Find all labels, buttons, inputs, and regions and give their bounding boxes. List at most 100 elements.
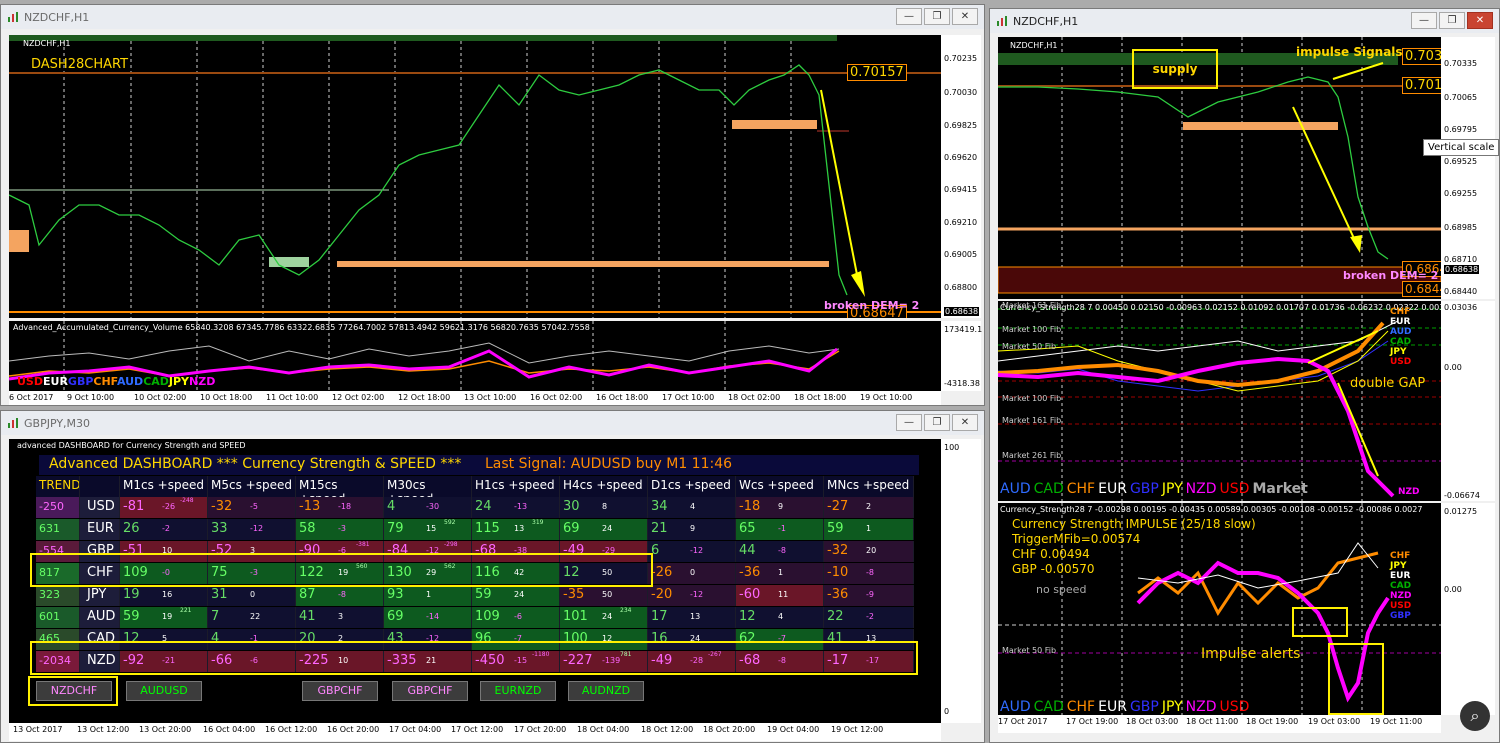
value-cell: -36 -9 bbox=[824, 585, 914, 606]
price-box-1: 0.7039 bbox=[1402, 48, 1441, 65]
price-box-4: 0.6844 bbox=[1402, 281, 1441, 297]
indicator-header: Advanced_Accumulated_Currency_Volume 658… bbox=[13, 323, 590, 332]
value-cell: -35 50 bbox=[560, 585, 648, 606]
legend-jpy: JPY bbox=[1161, 481, 1183, 497]
value-cell: -36 1 bbox=[736, 563, 824, 584]
value-cell: 87 -8 bbox=[296, 585, 384, 606]
last-signal: Last Signal: AUDUSD buy M1 11:46 bbox=[485, 456, 733, 472]
trend-cell: -250 bbox=[36, 497, 80, 518]
pair-button-gbpchf-2[interactable]: GBPCHF bbox=[392, 681, 468, 701]
value-cell: 101 24 234 bbox=[560, 607, 648, 628]
trigger-label: TriggerMFib=0.00574 bbox=[1012, 532, 1141, 546]
legend-usd: USD bbox=[17, 375, 43, 388]
value-cell: 12 4 bbox=[736, 607, 824, 628]
impulse-tags: CHF JPY EUR CAD NZD USD GBP bbox=[1390, 551, 1412, 621]
trend-cell: 631 bbox=[36, 519, 80, 540]
value-cell: 30 8 bbox=[560, 497, 648, 518]
currency-cell: USD bbox=[80, 497, 120, 518]
value-cell: 21 9 bbox=[648, 519, 736, 540]
pair-button-audnzd[interactable]: AUDNZD bbox=[568, 681, 644, 701]
price-scale[interactable]: 0.70335 0.70065 0.69795 0.69525 0.69255 0.689… bbox=[1441, 37, 1495, 299]
window-nzdchf-h1-left[interactable]: NZDCHF,H1 — ❐ ✕ NZDCHF,H1 DASH28CHART 0.… bbox=[0, 4, 985, 406]
value-cell: 7 22 bbox=[208, 607, 296, 628]
legend-chf: CHF bbox=[93, 375, 117, 388]
chf-value: CHF 0.00494 bbox=[1012, 547, 1090, 561]
currency-legend: USDEURGBPCHFAUDCADJPYNZD bbox=[17, 375, 215, 388]
impulse-panel[interactable]: Currency_Strength28 7 -0.00298 0.00195 -… bbox=[998, 503, 1441, 715]
restore-button[interactable]: ❐ bbox=[1439, 12, 1465, 29]
price-box-2: 0.7015 bbox=[1402, 77, 1441, 94]
window-titlebar[interactable]: NZDCHF,H1 — ❐ ✕ bbox=[990, 9, 1499, 33]
restore-button[interactable]: ❐ bbox=[924, 8, 950, 25]
legend-usd: USD bbox=[1219, 481, 1250, 497]
market-label: Market bbox=[1252, 481, 1308, 497]
indicator-scale: 173419.1 -4318.38 bbox=[941, 321, 982, 391]
chart-window-icon bbox=[8, 418, 18, 428]
value-cell: 44 -8 bbox=[736, 541, 824, 562]
legend-cad: CAD bbox=[143, 375, 169, 388]
cs-header: Currency_Strength28 7 0.00450 0.02150 -0… bbox=[1000, 303, 1441, 312]
close-button[interactable]: ✕ bbox=[952, 8, 978, 25]
price-chart[interactable]: NZDCHF,H1 supply impulse Signals 0.7039 … bbox=[998, 37, 1441, 299]
zoom-icon[interactable]: ⌕ bbox=[1460, 701, 1490, 731]
value-cell: 41 3 bbox=[296, 607, 384, 628]
chart-window-icon bbox=[8, 12, 18, 22]
value-cell: 109 -6 bbox=[472, 607, 560, 628]
table-row: 323 JPY 19 16 31 0 87 -8 93 1 59 24 -35 50 -20 -12 -60 11… bbox=[36, 585, 914, 606]
time-scale: 6 Oct 2017 9 Oct 10:00 10 Oct 02:00 10 Oct … bbox=[9, 391, 941, 405]
chart-window-icon bbox=[997, 16, 1007, 26]
value-cell: 4 -30 bbox=[384, 497, 472, 518]
value-cell: 59 19 221 bbox=[120, 607, 208, 628]
minimize-button[interactable]: — bbox=[896, 414, 922, 431]
chart-symbol-label: NZDCHF,H1 bbox=[1010, 41, 1058, 50]
value-cell: -32 20 bbox=[824, 541, 914, 562]
close-button[interactable]: ✕ bbox=[1467, 12, 1493, 29]
legend-nzd: NZD bbox=[1185, 481, 1217, 497]
trend-cell: 323 bbox=[36, 585, 80, 606]
value-cell: 59 24 bbox=[472, 585, 560, 606]
volume-indicator-panel[interactable]: Advanced_Accumulated_Currency_Volume 658… bbox=[9, 321, 941, 391]
value-cell: 115 13 319 bbox=[472, 519, 560, 540]
minimize-button[interactable]: — bbox=[896, 8, 922, 25]
legend-aud: AUD bbox=[116, 375, 144, 388]
impulse-title: Currency Strength IMPULSE (25/18 slow) bbox=[1012, 517, 1256, 531]
price-chart[interactable]: NZDCHF,H1 DASH28CHART 0.70157 0.68647 br… bbox=[9, 35, 941, 318]
price-scale[interactable]: 0.70235 0.70030 0.69825 0.69620 0.69415 0.692… bbox=[941, 35, 981, 318]
highlight-impulse-1 bbox=[1292, 607, 1348, 637]
dashboard-scale: 100 0 bbox=[941, 439, 981, 723]
value-cell: -60 11 bbox=[736, 585, 824, 606]
window-titlebar[interactable]: GBPJPY,M30 — ❐ ✕ bbox=[1, 411, 984, 435]
table-row: 601 AUD 59 19 221 7 22 41 3 69 -14 109 -6 101 24 234 17 1… bbox=[36, 607, 914, 628]
value-cell: 31 0 bbox=[208, 585, 296, 606]
minimize-button[interactable]: — bbox=[1411, 12, 1437, 29]
highlight-impulse-2 bbox=[1328, 643, 1384, 715]
pair-button-nzdchf[interactable]: NZDCHF bbox=[36, 681, 112, 701]
window-title: GBPJPY,M30 bbox=[24, 416, 91, 430]
no-speed-label: no speed bbox=[1036, 583, 1087, 596]
pair-button-gbpchf-1[interactable]: GBPCHF bbox=[302, 681, 378, 701]
pair-button-audusd[interactable]: AUDUSD bbox=[126, 681, 202, 701]
window-title: NZDCHF,H1 bbox=[1013, 14, 1079, 28]
currency-cell: JPY bbox=[80, 585, 120, 606]
broken-dem-label: broken DEM= 2 bbox=[824, 299, 920, 312]
restore-button[interactable]: ❐ bbox=[924, 414, 950, 431]
value-cell: 19 16 bbox=[120, 585, 208, 606]
value-cell: -26 0 bbox=[648, 563, 736, 584]
value-cell: 93 1 bbox=[384, 585, 472, 606]
value-cell: -18 9 bbox=[736, 497, 824, 518]
legend-eur: EUR bbox=[43, 375, 68, 388]
time-scale: 17 Oct 2017 17 Oct 19:00 18 Oct 03:00 18 Oc… bbox=[998, 715, 1441, 733]
window-titlebar[interactable]: NZDCHF,H1 — ❐ ✕ bbox=[1, 5, 984, 29]
pair-button-eurnzd[interactable]: EURNZD bbox=[480, 681, 556, 701]
value-cell: 26 -2 bbox=[120, 519, 208, 540]
broken-dem-label: broken DEM= 2 bbox=[1343, 269, 1439, 282]
close-button[interactable]: ✕ bbox=[952, 414, 978, 431]
value-cell: -10 -8 bbox=[824, 563, 914, 584]
currency-strength-panel[interactable]: Currency_Strength28 7 0.00450 0.02150 -0… bbox=[998, 301, 1441, 501]
highlight-chf-row bbox=[30, 553, 653, 587]
impulse-legend: AUD CAD CHF EUR GBP JPY NZD USD bbox=[1000, 699, 1250, 715]
value-cell: 58 -3 bbox=[296, 519, 384, 540]
window-nzdchf-h1-right[interactable]: NZDCHF,H1 — ❐ ✕ NZDCHF,H1 supply impulse… bbox=[989, 8, 1500, 743]
impulse-header: Currency_Strength28 7 -0.00298 0.00195 -… bbox=[1000, 505, 1423, 514]
highlight-nzd-row bbox=[30, 641, 918, 675]
